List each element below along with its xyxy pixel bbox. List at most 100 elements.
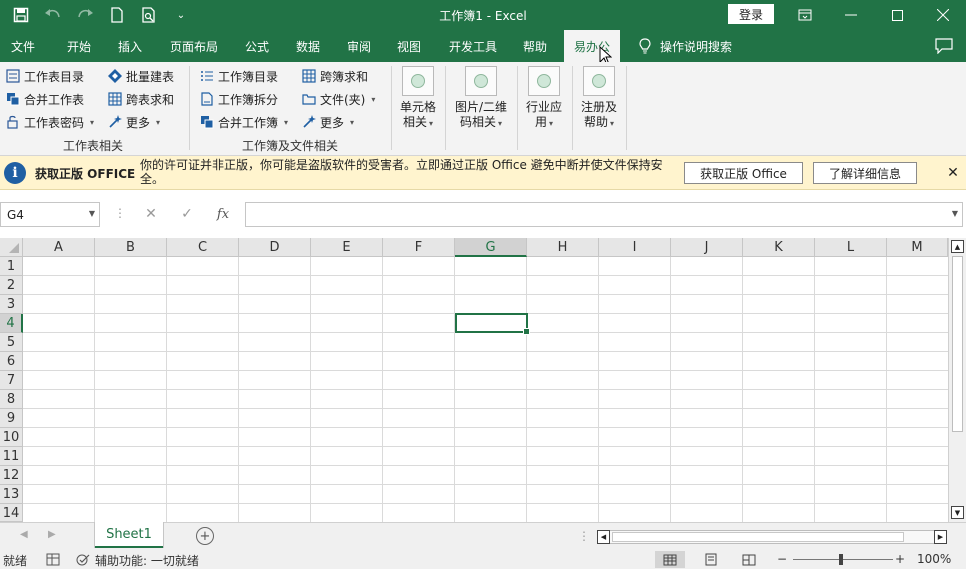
row-header[interactable]: 12 <box>0 466 23 485</box>
formula-input[interactable]: ▼ <box>245 202 963 227</box>
image-qrcode-button[interactable]: 图片/二维 码相关 ▾ <box>452 66 510 131</box>
row-header[interactable]: 6 <box>0 352 23 371</box>
row-header[interactable]: 10 <box>0 428 23 447</box>
column-header[interactable]: L <box>815 238 887 257</box>
tab-view[interactable]: 视图 <box>397 30 421 62</box>
tab-home[interactable]: 开始 <box>67 30 91 62</box>
worksheet-index-button[interactable]: 工作表目录 <box>6 66 84 86</box>
row-header[interactable]: 8 <box>0 390 23 409</box>
zoom-level[interactable]: 100% <box>917 552 951 566</box>
cell-related-button[interactable]: 单元格 相关 ▾ <box>398 66 438 131</box>
close-icon[interactable] <box>920 0 966 30</box>
zoom-out-button[interactable]: − <box>777 552 787 566</box>
column-header[interactable]: B <box>95 238 167 257</box>
tab-review[interactable]: 审阅 <box>347 30 371 62</box>
vertical-scrollbar[interactable]: ▲ ▼ <box>948 238 966 522</box>
scroll-left-icon[interactable]: ◀ <box>597 530 610 544</box>
row-header[interactable]: 2 <box>0 276 23 295</box>
merge-worksheets-button[interactable]: 合并工作表 <box>6 89 84 109</box>
merge-workbooks-button[interactable]: 合并工作簿 ▾ <box>200 112 288 132</box>
sheet-tab-sheet1[interactable]: Sheet1 <box>95 522 163 548</box>
zoom-slider[interactable] <box>793 559 893 560</box>
row-header[interactable]: 11 <box>0 447 23 466</box>
row-header-selected[interactable]: 4 <box>0 314 23 333</box>
name-box[interactable]: G4 ▼ <box>0 202 100 227</box>
prev-sheet-icon[interactable]: ◀ <box>20 529 28 540</box>
cancel-icon[interactable]: ✕ <box>140 204 162 224</box>
customize-qat-icon[interactable]: ⌄ <box>168 4 194 26</box>
tab-file[interactable]: 文件 <box>11 30 35 62</box>
row-header[interactable]: 5 <box>0 333 23 352</box>
tab-help[interactable]: 帮助 <box>523 30 547 62</box>
column-header[interactable]: D <box>239 238 311 257</box>
group1-more-button[interactable]: 更多 ▾ <box>108 112 160 132</box>
column-header[interactable]: A <box>23 238 95 257</box>
column-header[interactable]: I <box>599 238 671 257</box>
row-header[interactable]: 14 <box>0 504 23 522</box>
tab-page-layout[interactable]: 页面布局 <box>170 30 218 62</box>
row-header[interactable]: 3 <box>0 295 23 314</box>
vertical-scroll-thumb[interactable] <box>952 256 963 432</box>
tell-me-search[interactable]: 操作说明搜索 <box>638 30 732 62</box>
new-file-icon[interactable] <box>104 4 130 26</box>
learn-more-button[interactable]: 了解详细信息 <box>813 162 917 184</box>
save-icon[interactable] <box>8 4 34 26</box>
comments-icon[interactable] <box>932 36 956 56</box>
macro-record-icon[interactable] <box>46 553 60 566</box>
industry-apps-button[interactable]: 行业应 用 ▾ <box>524 66 564 131</box>
file-folder-button[interactable]: 文件(夹) ▾ <box>302 89 375 109</box>
cross-workbook-sum-button[interactable]: 跨簿求和 <box>302 66 368 86</box>
horizontal-scrollbar[interactable]: ◀ ▶ <box>597 530 947 544</box>
column-header[interactable]: K <box>743 238 815 257</box>
accessibility-status[interactable]: 辅助功能: 一切就绪 <box>95 552 199 569</box>
batch-create-sheets-button[interactable]: 批量建表 <box>108 66 174 86</box>
column-header[interactable]: F <box>383 238 455 257</box>
cell-area[interactable] <box>23 257 948 522</box>
column-header[interactable]: M <box>887 238 948 257</box>
register-help-button[interactable]: 注册及 帮助 ▾ <box>579 66 619 131</box>
column-header[interactable]: J <box>671 238 743 257</box>
insert-function-icon[interactable]: fx <box>212 204 234 224</box>
minimize-icon[interactable] <box>828 0 874 30</box>
horizontal-scroll-thumb[interactable] <box>612 532 904 542</box>
maximize-icon[interactable] <box>874 0 920 30</box>
drag-handle-icon[interactable]: ⋮ <box>114 206 126 220</box>
tab-formulas[interactable]: 公式 <box>245 30 269 62</box>
login-button[interactable]: 登录 <box>728 4 774 24</box>
normal-view-icon[interactable] <box>655 551 685 568</box>
column-header-selected[interactable]: G <box>455 238 527 257</box>
page-break-view-icon[interactable] <box>734 551 764 568</box>
ribbon-display-options-icon[interactable] <box>782 0 828 30</box>
tab-data[interactable]: 数据 <box>296 30 320 62</box>
scroll-up-icon[interactable]: ▲ <box>951 240 964 253</box>
redo-icon[interactable] <box>72 4 98 26</box>
zoom-in-button[interactable]: + <box>895 552 905 566</box>
get-genuine-office-button[interactable]: 获取正版 Office <box>684 162 803 184</box>
close-message-icon[interactable]: ✕ <box>944 164 962 182</box>
row-header[interactable]: 1 <box>0 257 23 276</box>
group2-more-button[interactable]: 更多 ▾ <box>302 112 354 132</box>
cross-sheet-sum-button[interactable]: 跨表求和 <box>108 89 174 109</box>
undo-icon[interactable] <box>40 4 66 26</box>
workbook-split-button[interactable]: 工作簿拆分 <box>200 89 278 109</box>
row-header[interactable]: 9 <box>0 409 23 428</box>
tab-insert[interactable]: 插入 <box>118 30 142 62</box>
workbook-index-button[interactable]: 工作簿目录 <box>200 66 278 86</box>
next-sheet-icon[interactable]: ▶ <box>48 529 56 540</box>
print-preview-icon[interactable] <box>136 4 162 26</box>
add-sheet-icon[interactable]: + <box>196 527 214 545</box>
enter-check-icon[interactable]: ✓ <box>176 204 198 224</box>
column-header[interactable]: H <box>527 238 599 257</box>
column-header[interactable]: E <box>311 238 383 257</box>
worksheet-password-button[interactable]: 工作表密码 ▾ <box>6 112 94 132</box>
active-cell-g4[interactable] <box>455 313 530 335</box>
scroll-down-icon[interactable]: ▼ <box>951 506 964 519</box>
zoom-slider-thumb[interactable] <box>839 554 843 565</box>
expand-formula-icon[interactable]: ▼ <box>952 209 958 218</box>
page-layout-view-icon[interactable] <box>696 551 726 568</box>
row-header[interactable]: 13 <box>0 485 23 504</box>
row-header[interactable]: 7 <box>0 371 23 390</box>
split-handle-icon[interactable]: ⋮ <box>578 529 590 543</box>
column-header[interactable]: C <box>167 238 239 257</box>
scroll-right-icon[interactable]: ▶ <box>934 530 947 544</box>
